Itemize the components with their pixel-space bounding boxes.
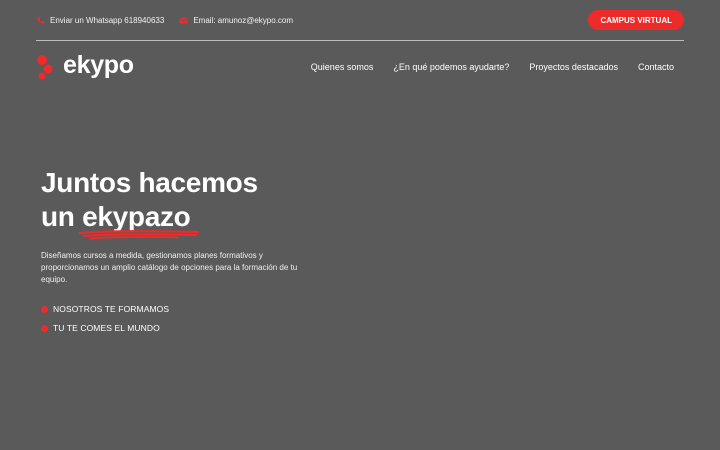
- logo-text: ekypo: [63, 51, 134, 79]
- email-label: Email: amunoz@ekypo.com: [193, 15, 294, 25]
- nav-item-quienes-somos[interactable]: Quienes somos: [311, 62, 374, 72]
- bullet-label: TU TE COMES EL MUNDO: [53, 323, 160, 333]
- nav-item-como-ayudar[interactable]: ¿En qué podemos ayudarte?: [393, 62, 509, 72]
- page: Enviar un Whatsapp 618940633 Email: amun…: [0, 0, 720, 450]
- main-header: ekypo Quienes somos ¿En qué podemos ayud…: [36, 52, 674, 82]
- hero-bullets: NOSOTROS TE FORMAMOS TU TE COMES EL MUND…: [41, 304, 341, 333]
- hero-title-prefix: un: [41, 201, 83, 232]
- red-dot-icon: [41, 324, 48, 332]
- top-contact-bar: Enviar un Whatsapp 618940633 Email: amun…: [36, 8, 684, 32]
- bullet-item: TU TE COMES EL MUNDO: [41, 323, 341, 333]
- ekypo-dots-logo-icon: [36, 54, 62, 80]
- header-divider: [36, 40, 684, 41]
- main-nav: Quienes somos ¿En qué podemos ayudarte? …: [291, 62, 674, 72]
- whatsapp-label: Enviar un Whatsapp 618940633: [50, 15, 165, 25]
- hero-description: Diseñamos cursos a medida, gestionamos p…: [41, 251, 298, 284]
- red-dot-icon: [41, 305, 48, 313]
- bullet-label: NOSOTROS TE FORMAMOS: [53, 304, 170, 314]
- nav-item-contacto[interactable]: Contacto: [638, 62, 674, 72]
- hero-title-highlight: ekypazo: [78, 200, 200, 240]
- whatsapp-icon: [36, 16, 45, 25]
- whatsapp-link[interactable]: Enviar un Whatsapp 618940633: [36, 16, 164, 25]
- hero-title-line1: Juntos hacemos: [41, 167, 258, 198]
- logo[interactable]: ekypo: [36, 51, 134, 80]
- hero-section: Juntos hacemos un ekypazo Diseñamos curs…: [41, 166, 341, 342]
- hero-title: Juntos hacemos un ekypazo: [41, 166, 341, 240]
- bullet-item: NOSOTROS TE FORMAMOS: [41, 304, 341, 314]
- envelope-icon: [179, 16, 188, 25]
- campus-virtual-button[interactable]: CAMPUS VIRTUAL: [588, 10, 684, 30]
- red-underline-scribble: [78, 230, 200, 240]
- nav-item-proyectos[interactable]: Proyectos destacados: [529, 62, 618, 72]
- email-link[interactable]: Email: amunoz@ekypo.com: [179, 16, 293, 25]
